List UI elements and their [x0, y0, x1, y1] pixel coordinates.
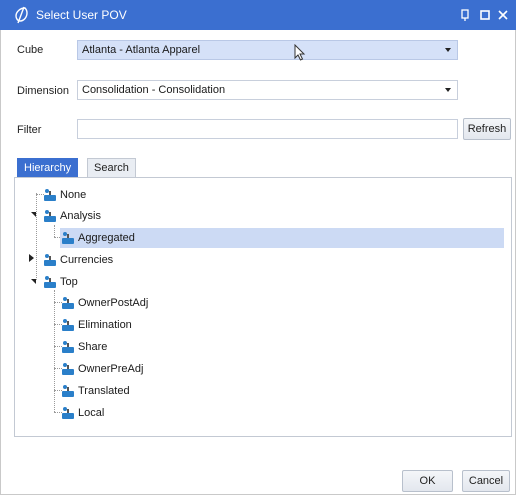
expand-currencies-icon[interactable]	[29, 254, 34, 262]
cancel-button[interactable]: Cancel	[462, 470, 510, 492]
member-node-icon	[62, 407, 74, 420]
window-title: Select User POV	[36, 8, 127, 22]
tree-item-translated[interactable]: Translated	[61, 381, 130, 401]
collapse-top-icon[interactable]	[31, 279, 36, 284]
member-node-icon	[62, 363, 74, 376]
app-logo-icon	[15, 6, 28, 24]
chevron-down-icon	[445, 88, 451, 92]
member-node-icon	[44, 276, 56, 289]
tab-hierarchy[interactable]: Hierarchy	[17, 158, 79, 177]
cube-value: Atlanta - Atlanta Apparel	[82, 44, 201, 56]
member-node-icon	[44, 254, 56, 267]
member-node-icon	[44, 210, 56, 223]
member-node-icon	[62, 385, 74, 398]
chevron-down-icon	[445, 48, 451, 52]
refresh-button[interactable]: Refresh	[463, 118, 511, 140]
member-node-icon	[62, 319, 74, 332]
tab-search[interactable]: Search	[87, 158, 136, 177]
member-node-icon	[62, 232, 74, 245]
collapse-analysis-icon[interactable]	[31, 212, 36, 217]
mouse-cursor-icon	[294, 44, 306, 61]
dimension-dropdown[interactable]: Consolidation - Consolidation	[77, 80, 458, 100]
tree-item-currencies[interactable]: Currencies	[43, 250, 113, 270]
pin-icon[interactable]	[458, 8, 472, 22]
member-node-icon	[44, 189, 56, 202]
dimension-value: Consolidation - Consolidation	[82, 84, 226, 96]
tree-item-local[interactable]: Local	[61, 403, 104, 423]
dimension-label: Dimension	[17, 85, 69, 97]
tree-item-ownerpreadj[interactable]: OwnerPreAdj	[61, 359, 143, 379]
tree-item-ownerpostadj[interactable]: OwnerPostAdj	[61, 293, 148, 313]
close-icon[interactable]	[496, 8, 510, 22]
tree-item-elimination[interactable]: Elimination	[61, 315, 132, 335]
tree-item-none[interactable]: None	[43, 185, 86, 205]
tree-item-share[interactable]: Share	[61, 337, 107, 357]
filter-label: Filter	[17, 124, 42, 136]
tree-item-aggregated[interactable]: Aggregated	[61, 228, 135, 248]
tree-item-top[interactable]: Top	[43, 272, 78, 292]
cube-label: Cube	[17, 44, 44, 56]
member-node-icon	[62, 341, 74, 354]
filter-input[interactable]	[77, 119, 458, 139]
ok-button[interactable]: OK	[402, 470, 453, 492]
restore-icon[interactable]	[478, 8, 492, 22]
member-node-icon	[62, 297, 74, 310]
title-bar: Select User POV	[0, 0, 516, 30]
tree-item-analysis[interactable]: Analysis	[43, 206, 101, 226]
cube-dropdown[interactable]: Atlanta - Atlanta Apparel	[77, 40, 458, 60]
